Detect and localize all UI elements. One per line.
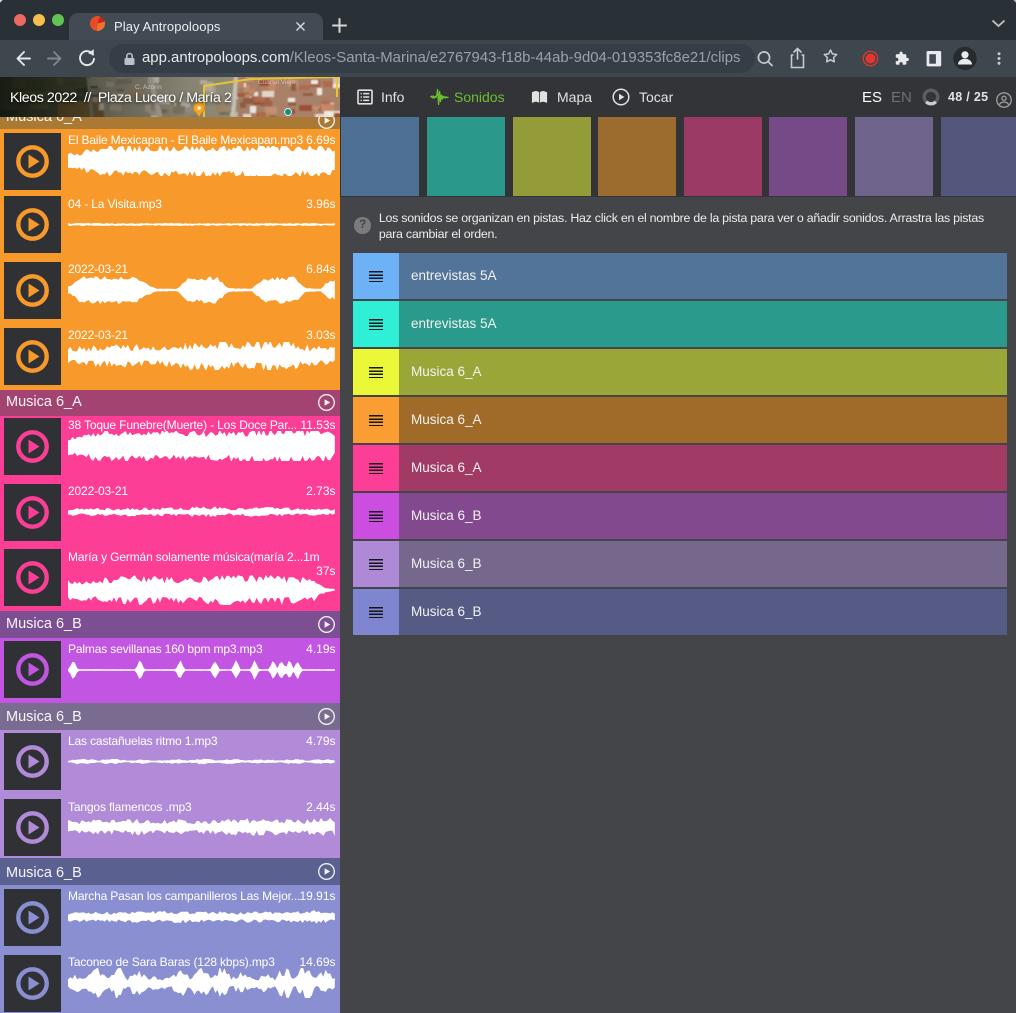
svg-text:Cuartel Viejo: Cuartel Viejo	[258, 79, 295, 86]
